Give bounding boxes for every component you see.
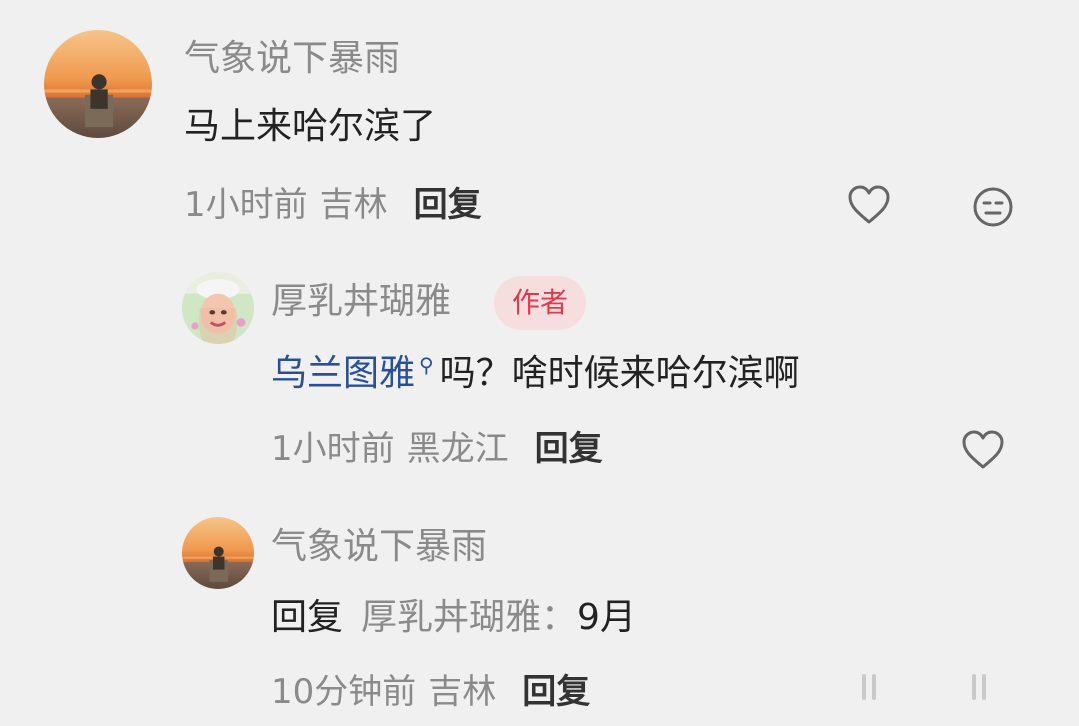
- scroll-indicator: [862, 674, 876, 700]
- avatar[interactable]: [182, 517, 254, 589]
- heart-icon[interactable]: [847, 184, 891, 226]
- avatar[interactable]: [182, 272, 254, 344]
- username[interactable]: 厚乳丼瑚雅: [271, 284, 451, 320]
- comment-text-rest: 吗？啥时候来哈尔滨啊: [439, 353, 800, 394]
- neutral-face-icon[interactable]: [972, 186, 1014, 228]
- avatar-sunset-image: [182, 517, 254, 589]
- comment-text-rest: 9月: [577, 597, 636, 638]
- comment-meta: 1小时前 吉林 回复: [184, 188, 482, 222]
- reply-target-username[interactable]: 厚乳丼瑚雅: [361, 597, 541, 638]
- heart-icon[interactable]: [961, 429, 1005, 471]
- author-badge: 作者: [494, 276, 587, 330]
- timestamp: 1小时前: [184, 185, 308, 225]
- reply-prefix: 回复: [271, 597, 344, 638]
- location: 吉林: [319, 185, 388, 225]
- username[interactable]: 气象说下暴雨: [184, 41, 400, 77]
- comment-text: 乌兰图雅 ⚲ 吗？啥时候来哈尔滨啊: [271, 355, 800, 392]
- scroll-indicator: [972, 674, 986, 700]
- comment-meta: 10分钟前 吉林 回复: [271, 675, 590, 709]
- avatar-sunset-image: [44, 30, 152, 138]
- reply-button[interactable]: 回复: [522, 672, 590, 712]
- comment-text: 马上来哈尔滨了: [184, 106, 437, 147]
- mention-link[interactable]: 乌兰图雅: [271, 353, 415, 394]
- reply-button[interactable]: 回复: [414, 185, 482, 225]
- timestamp: 1小时前: [271, 429, 395, 469]
- comment-text: 回复 厚乳丼瑚雅：9月: [271, 600, 636, 636]
- location: 黑龙江: [406, 429, 509, 469]
- search-icon[interactable]: ⚲: [419, 353, 434, 377]
- location: 吉林: [428, 672, 497, 712]
- avatar-portrait-image: [182, 272, 254, 344]
- reply-colon: ：: [541, 597, 578, 638]
- reply-button[interactable]: 回复: [535, 429, 603, 469]
- comment-meta: 1小时前 黑龙江 回复: [271, 432, 603, 466]
- username[interactable]: 气象说下暴雨: [271, 529, 487, 565]
- avatar[interactable]: [44, 30, 152, 138]
- timestamp: 10分钟前: [271, 672, 417, 712]
- comment-thread: 气象说下暴雨 马上来哈尔滨了 1小时前 吉林 回复 厚乳丼瑚雅 作者 乌兰图雅 …: [0, 0, 1079, 726]
